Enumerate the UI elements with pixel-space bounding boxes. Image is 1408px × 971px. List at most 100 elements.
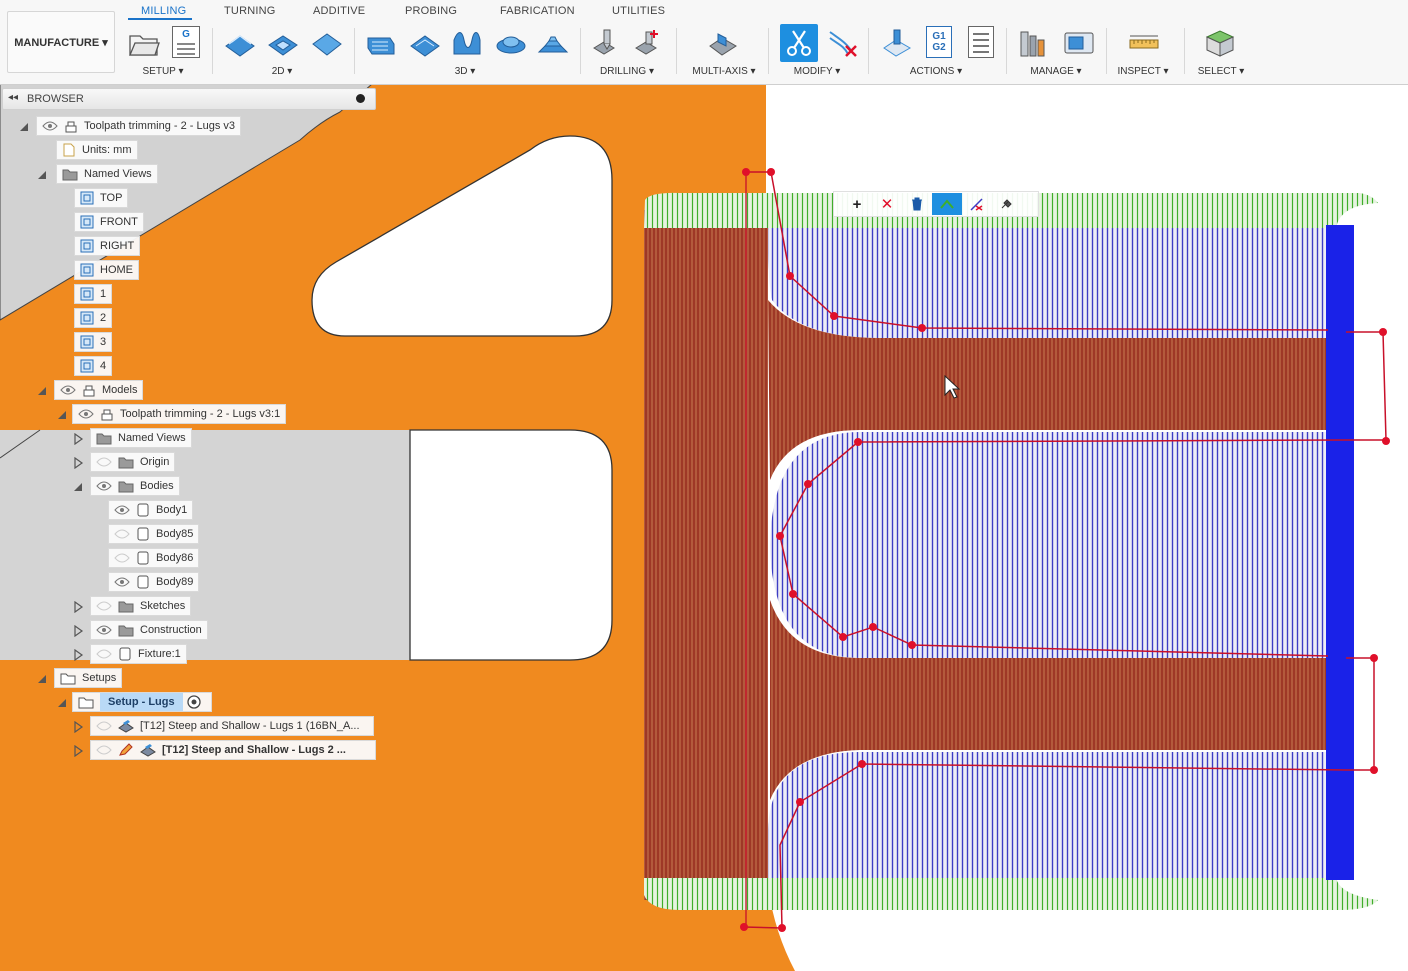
eye-icon[interactable] bbox=[42, 120, 58, 132]
named-views-folder[interactable]: Named Views bbox=[56, 164, 158, 184]
select-group-label[interactable]: SELECT ▾ bbox=[1198, 66, 1245, 77]
eye-hidden-icon[interactable] bbox=[96, 720, 112, 732]
eye-icon[interactable] bbox=[78, 408, 94, 420]
drill-icon[interactable] bbox=[590, 26, 624, 60]
expand-triangle-icon[interactable] bbox=[72, 625, 84, 637]
collapse-triangle-icon[interactable] bbox=[36, 385, 48, 397]
body-1[interactable]: Body1 bbox=[108, 500, 194, 520]
eye-icon[interactable] bbox=[60, 384, 76, 396]
2d-face-icon[interactable] bbox=[310, 26, 344, 60]
operation-2[interactable]: [T12] Steep and Shallow - Lugs 2 ... bbox=[90, 740, 376, 760]
view-4[interactable]: 4 bbox=[74, 356, 113, 376]
view-1[interactable]: 1 bbox=[74, 284, 113, 304]
body-85[interactable]: Body85 bbox=[108, 524, 200, 544]
eye-icon[interactable] bbox=[114, 504, 130, 516]
reverse-side-button[interactable] bbox=[962, 193, 992, 215]
setup-sheet-icon[interactable] bbox=[968, 26, 994, 58]
select-cube-icon[interactable] bbox=[1203, 26, 1237, 60]
setup-lugs-node[interactable]: Setup - Lugs bbox=[72, 692, 212, 712]
simulate-icon[interactable] bbox=[880, 26, 914, 60]
view-home[interactable]: HOME bbox=[74, 260, 139, 280]
view-3[interactable]: 3 bbox=[74, 332, 113, 352]
delete-button[interactable] bbox=[902, 193, 932, 215]
model-component-node[interactable]: Toolpath trimming - 2 - Lugs v3:1 bbox=[72, 404, 287, 424]
collapse-triangle-icon[interactable] bbox=[72, 481, 84, 493]
measure-icon[interactable] bbox=[1127, 26, 1161, 60]
options-button[interactable] bbox=[992, 193, 1022, 215]
modify-group-label[interactable]: MODIFY ▾ bbox=[794, 66, 841, 77]
collapse-triangle-icon[interactable] bbox=[18, 121, 30, 133]
eye-hidden-icon[interactable] bbox=[96, 600, 112, 612]
operation-1[interactable]: [T12] Steep and Shallow - Lugs 1 (16BN_A… bbox=[90, 716, 374, 736]
collapse-triangle-icon[interactable] bbox=[36, 673, 48, 685]
2d-pocket-icon[interactable] bbox=[266, 26, 300, 60]
workspace-switcher-button[interactable]: MANUFACTURE ▾ bbox=[7, 11, 115, 73]
origin-folder[interactable]: Origin bbox=[90, 452, 176, 472]
models-node[interactable]: Models bbox=[54, 380, 144, 400]
3d-adaptive-icon[interactable] bbox=[364, 26, 398, 60]
component-named-views[interactable]: Named Views bbox=[90, 428, 192, 448]
manage-group-label[interactable]: MANAGE ▾ bbox=[1030, 66, 1081, 77]
fixture-node[interactable]: Fixture:1 bbox=[90, 644, 187, 664]
body-86[interactable]: Body86 bbox=[108, 548, 200, 568]
post-process-icon[interactable]: G1 G2 bbox=[926, 26, 952, 58]
view-front[interactable]: FRONT bbox=[74, 212, 144, 232]
3d-steep-shallow-icon[interactable] bbox=[450, 26, 484, 60]
eye-icon[interactable] bbox=[114, 576, 130, 588]
collapse-browser-icon[interactable]: ◂◂ bbox=[8, 92, 18, 103]
3d-pocket-icon[interactable] bbox=[408, 26, 442, 60]
activate-setup-icon[interactable] bbox=[183, 693, 205, 711]
tab-probing[interactable]: PROBING bbox=[405, 5, 457, 17]
machine-library-icon[interactable] bbox=[1062, 26, 1096, 60]
eye-icon[interactable] bbox=[96, 480, 112, 492]
tab-additive[interactable]: ADDITIVE bbox=[313, 5, 365, 17]
actions-group-label[interactable]: ACTIONS ▾ bbox=[910, 66, 962, 77]
collapse-triangle-icon[interactable] bbox=[56, 409, 68, 421]
tool-library-icon[interactable] bbox=[1018, 26, 1052, 60]
eye-hidden-icon[interactable] bbox=[114, 528, 130, 540]
toolpath-trim-button[interactable] bbox=[780, 24, 818, 62]
tree-root[interactable]: Toolpath trimming - 2 - Lugs v3 bbox=[36, 116, 242, 136]
3d-parallel-icon[interactable] bbox=[494, 26, 528, 60]
collapse-triangle-icon[interactable] bbox=[36, 169, 48, 181]
eye-hidden-icon[interactable] bbox=[96, 456, 112, 468]
eye-hidden-icon[interactable] bbox=[96, 744, 112, 756]
expand-triangle-icon[interactable] bbox=[72, 649, 84, 661]
multi-axis-group-label[interactable]: MULTI-AXIS ▾ bbox=[692, 66, 755, 77]
setup-group-label[interactable]: SETUP ▾ bbox=[143, 66, 184, 77]
drilling-group-label[interactable]: DRILLING ▾ bbox=[600, 66, 654, 77]
sketches-folder[interactable]: Sketches bbox=[90, 596, 192, 616]
expand-triangle-icon[interactable] bbox=[72, 721, 84, 733]
expand-triangle-icon[interactable] bbox=[72, 601, 84, 613]
units-node[interactable]: Units: mm bbox=[56, 140, 138, 160]
body-89[interactable]: Body89 bbox=[108, 572, 200, 592]
collapse-triangle-icon[interactable] bbox=[56, 697, 68, 709]
bodies-folder[interactable]: Bodies bbox=[90, 476, 180, 496]
expand-triangle-icon[interactable] bbox=[72, 433, 84, 445]
setups-node[interactable]: Setups bbox=[54, 668, 123, 688]
hole-recognition-icon[interactable] bbox=[632, 26, 666, 60]
tab-turning[interactable]: TURNING bbox=[224, 5, 276, 17]
inspect-group-label[interactable]: INSPECT ▾ bbox=[1118, 66, 1169, 77]
2d-adaptive-icon[interactable] bbox=[223, 26, 257, 60]
multi-axis-icon[interactable] bbox=[706, 26, 740, 60]
eye-icon[interactable] bbox=[96, 624, 112, 636]
construction-folder[interactable]: Construction bbox=[90, 620, 208, 640]
delete-toolpath-icon[interactable] bbox=[826, 26, 860, 60]
add-point-button[interactable]: + bbox=[842, 193, 872, 215]
tab-fabrication[interactable]: FABRICATION bbox=[500, 5, 575, 17]
tab-utilities[interactable]: UTILITIES bbox=[612, 5, 665, 17]
3d-scallop-icon[interactable] bbox=[536, 26, 570, 60]
view-2[interactable]: 2 bbox=[74, 308, 113, 328]
2d-group-label[interactable]: 2D ▾ bbox=[272, 66, 293, 77]
eye-hidden-icon[interactable] bbox=[114, 552, 130, 564]
canvas-viewport[interactable] bbox=[0, 84, 1408, 971]
eye-hidden-icon[interactable] bbox=[96, 648, 112, 660]
view-right[interactable]: RIGHT bbox=[74, 236, 141, 256]
keep-side-button[interactable] bbox=[932, 193, 962, 215]
3d-group-label[interactable]: 3D ▾ bbox=[455, 66, 476, 77]
remove-point-button[interactable]: ✕ bbox=[872, 193, 902, 215]
nc-program-icon[interactable]: G bbox=[172, 26, 200, 58]
tab-milling[interactable]: MILLING bbox=[141, 5, 186, 17]
expand-triangle-icon[interactable] bbox=[72, 457, 84, 469]
